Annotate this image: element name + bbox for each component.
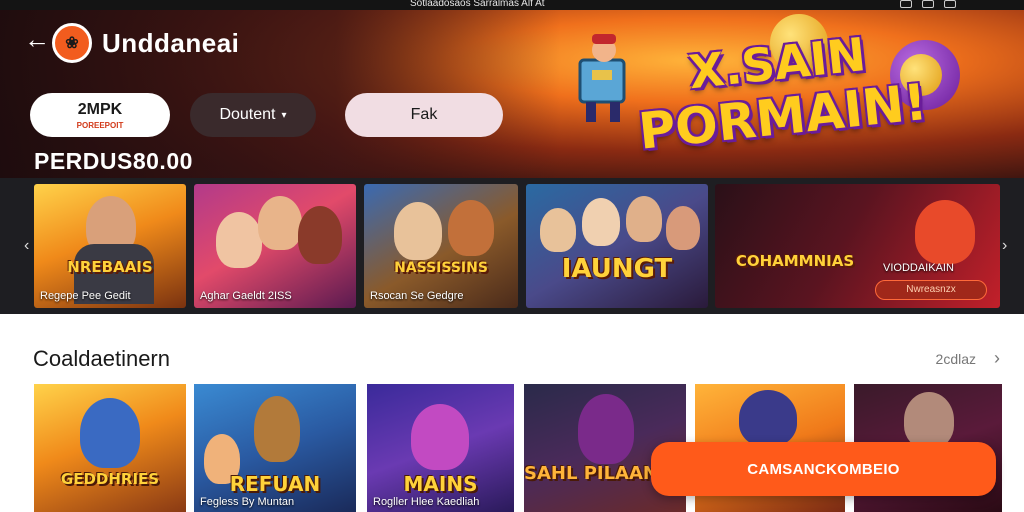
- featured-game-banner: NASSISSINS: [394, 260, 488, 276]
- game-card-caption: Rogller Hlee Kaedliah: [373, 496, 480, 508]
- game-card[interactable]: MAINS Rogller Hlee Kaedliah: [367, 384, 514, 512]
- category-dropdown-label: Doutent: [219, 106, 276, 123]
- cta-button[interactable]: CAMSANCKOMBEIO: [651, 442, 996, 496]
- featured-game-banner: IAUNGT: [561, 254, 673, 284]
- carousel-next-icon[interactable]: ›: [1002, 236, 1012, 256]
- game-card-banner: REFUAN: [229, 472, 321, 496]
- brand-logo-icon: ❀: [52, 23, 92, 63]
- see-all-link[interactable]: 2cdlaz: [936, 351, 976, 367]
- hero-character: [915, 200, 975, 264]
- featured-game-badge[interactable]: Nwreasnzx: [875, 280, 987, 300]
- featured-game-card[interactable]: NASSISSINS Rsocan Se Gedgre: [364, 184, 518, 308]
- featured-game-card[interactable]: IAUNGT: [526, 184, 708, 308]
- hero-character: [254, 396, 300, 462]
- featured-game-banner: NREBAAIS: [67, 258, 153, 276]
- status-bar: Sotlaadosaos Sarralmas Alf At: [0, 0, 1024, 10]
- hero-character: [298, 206, 342, 264]
- featured-games-carousel: ‹ NREBAAIS Regepe Pee Gedit Aghar Gaeldt…: [0, 178, 1024, 314]
- game-card-caption: Fegless By Muntan: [200, 496, 295, 508]
- hero-character: [216, 212, 262, 268]
- account-pill-label: 2MPK: [77, 100, 123, 118]
- chevron-right-icon[interactable]: ›: [994, 348, 1000, 369]
- featured-game-banner: COHAMMNIAS: [735, 252, 855, 270]
- game-card[interactable]: REFUAN Fegless By Muntan: [194, 384, 356, 512]
- hero-character: [666, 206, 700, 250]
- hero-character: [626, 196, 662, 242]
- hero-character: [258, 196, 302, 250]
- chevron-down-icon: ▾: [281, 109, 287, 121]
- featured-game-caption: VIODDAIKAIN: [883, 262, 954, 274]
- fak-button[interactable]: Fak: [345, 93, 503, 137]
- hero-banner: ← ❀ Unddaneai 2MPK POREEPOIT Doutent ▾ F…: [0, 10, 1024, 178]
- account-pill[interactable]: 2MPK POREEPOIT: [30, 93, 170, 137]
- category-dropdown[interactable]: Doutent ▾: [190, 93, 316, 137]
- game-card-banner: MAINS: [403, 472, 478, 496]
- hero-character: [540, 208, 576, 252]
- balance-amount: PERDUS80.00: [34, 148, 193, 174]
- featured-game-caption: Rsocan Se Gedgre: [370, 290, 464, 302]
- system-icons: [900, 0, 956, 8]
- app-title: Unddaneai: [102, 28, 240, 58]
- featured-game-card[interactable]: COHAMMNIAS VIODDAIKAIN Nwreasnzx: [715, 184, 1000, 308]
- carousel-prev-icon[interactable]: ‹: [24, 236, 34, 256]
- hero-character: [578, 394, 634, 464]
- featured-game-card[interactable]: Aghar Gaeldt 2ISS: [194, 184, 356, 308]
- back-icon[interactable]: ←: [24, 26, 50, 52]
- signal-icon: [900, 0, 912, 8]
- account-pill-sublabel: POREEPOIT: [76, 120, 124, 130]
- wifi-icon: [922, 0, 934, 8]
- game-card[interactable]: GEDDHRIES: [34, 384, 186, 512]
- hero-character: [411, 404, 469, 470]
- battery-icon: [944, 0, 956, 8]
- featured-game-caption: Regepe Pee Gedit: [40, 290, 131, 302]
- featured-game-card[interactable]: NREBAAIS Regepe Pee Gedit: [34, 184, 186, 308]
- hero-character: [394, 202, 442, 260]
- game-card-banner: GEDDHRIES: [60, 470, 160, 488]
- hero-character: [739, 390, 797, 446]
- hero-character: [448, 200, 494, 256]
- status-text: Sotlaadosaos Sarralmas Alf At: [410, 0, 545, 9]
- hero-character: [582, 198, 620, 246]
- hero-character: [80, 398, 140, 468]
- promo-title: X.SAIN PORMAIN!: [625, 21, 935, 161]
- section-title: Coaldaetinern: [33, 346, 170, 371]
- featured-game-caption: Aghar Gaeldt 2ISS: [200, 290, 292, 302]
- fak-button-label: Fak: [410, 106, 438, 123]
- hero-character: [904, 392, 954, 448]
